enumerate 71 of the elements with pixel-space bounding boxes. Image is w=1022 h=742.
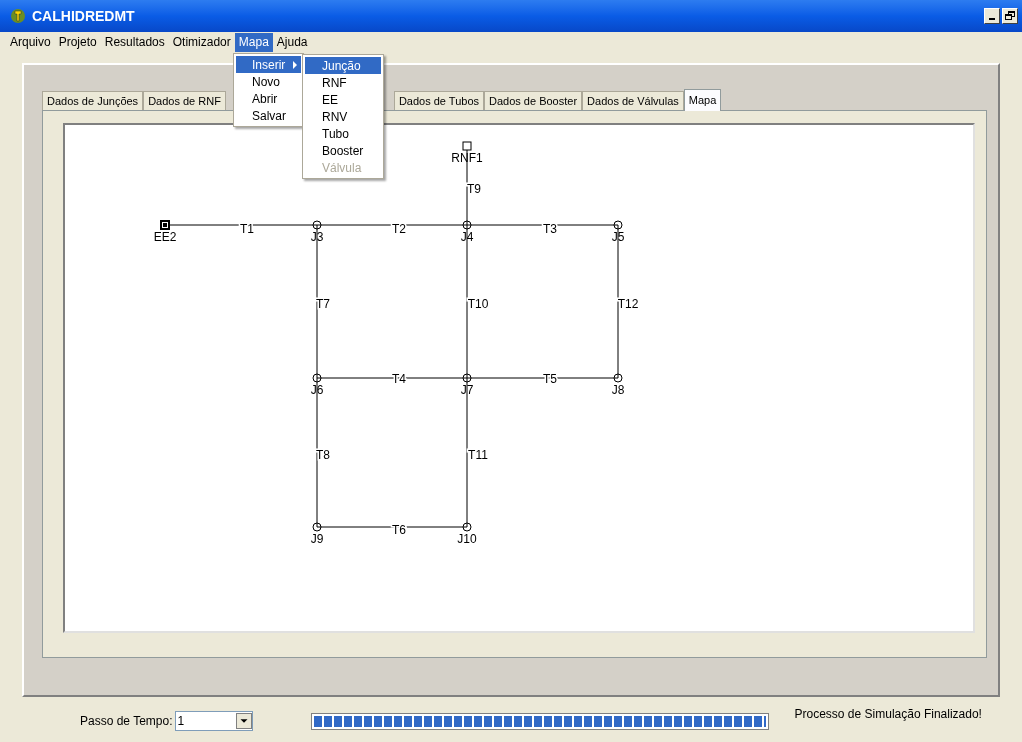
junction-node[interactable] — [613, 220, 623, 230]
node-label: J9 — [310, 532, 324, 546]
tab[interactable]: Dados de Válvulas — [582, 91, 684, 110]
menu-option[interactable]: RNF — [305, 74, 381, 91]
pipe-line[interactable] — [316, 224, 468, 226]
menu-item[interactable]: Arquivo — [6, 32, 55, 52]
time-step-dropdown[interactable]: 1 — [174, 711, 253, 731]
pipe-line[interactable] — [316, 526, 468, 528]
menu-item[interactable]: Ajuda — [272, 32, 312, 52]
menu-option[interactable]: Inserir — [236, 56, 301, 73]
node-label: J3 — [310, 230, 324, 244]
pipe-label: T10 — [467, 297, 489, 311]
junction-node[interactable] — [312, 373, 322, 383]
junction-node[interactable] — [462, 220, 472, 230]
junction-node[interactable] — [312, 522, 322, 532]
menu-item[interactable]: Otimizador — [168, 32, 235, 52]
submenu-arrow-icon — [293, 60, 297, 69]
tab[interactable]: Dados de Booster — [484, 91, 583, 110]
pipe-label: T5 — [543, 372, 557, 386]
pipe-label: T6 — [392, 523, 406, 537]
window-title: CALHIDREDMT — [32, 6, 135, 26]
app-logo-icon — [10, 8, 26, 24]
node-label: RNF1 — [451, 151, 483, 165]
node-label: J7 — [460, 383, 474, 397]
pipe-label: T7 — [316, 297, 330, 311]
node-label: EE2 — [153, 230, 177, 244]
restore-button[interactable] — [1002, 8, 1018, 24]
menu-option[interactable]: EE — [305, 91, 381, 108]
pipe-line[interactable] — [316, 377, 468, 379]
pipe-line[interactable] — [617, 224, 619, 379]
junction-node[interactable] — [462, 373, 472, 383]
menu-option[interactable]: Junção — [305, 57, 381, 74]
pipe-line[interactable] — [466, 224, 468, 379]
caret-icon — [235, 713, 252, 729]
pipe-line[interactable] — [466, 377, 619, 379]
pipe-label: T3 — [543, 222, 557, 236]
menu-option[interactable]: Tubo — [305, 125, 381, 142]
junction-node[interactable] — [613, 373, 623, 383]
pipe-line[interactable] — [316, 377, 318, 528]
node-label: J10 — [457, 532, 477, 546]
pipe-label: T2 — [392, 222, 406, 236]
menu-option[interactable]: Novo — [236, 73, 301, 90]
menu-option[interactable]: RNV — [305, 108, 381, 125]
junction-node[interactable] — [312, 220, 322, 230]
pump-node[interactable] — [160, 220, 170, 230]
time-step-label: Passo de Tempo: — [80, 713, 173, 730]
menu-option[interactable]: Salvar — [236, 107, 301, 124]
pipe-label: T1 — [240, 222, 254, 236]
pipe-label: T9 — [467, 182, 481, 196]
menu-item[interactable]: Resultados — [100, 32, 169, 52]
pipe-label: T11 — [468, 448, 488, 462]
menu-option[interactable]: Booster — [305, 142, 381, 159]
tab[interactable]: Mapa — [683, 89, 722, 111]
tab[interactable]: Dados de RNF — [143, 91, 226, 110]
node-label: J8 — [611, 383, 625, 397]
node-label: J5 — [611, 230, 625, 244]
tab[interactable]: Dados de Tubos — [393, 91, 484, 110]
pipe-line[interactable] — [466, 224, 619, 226]
node-label: J6 — [310, 383, 324, 397]
menu-item[interactable]: Projeto — [54, 32, 101, 52]
pipe-label: T12 — [617, 297, 639, 311]
junction-node[interactable] — [462, 522, 472, 532]
menu-option[interactable]: Abrir — [236, 90, 301, 107]
menu-item[interactable]: Mapa — [234, 32, 273, 52]
pipe-line[interactable] — [316, 224, 318, 379]
status-text: Processo de Simulação Finalizado! — [794, 706, 982, 723]
minimize-button[interactable] — [984, 8, 1000, 24]
tab[interactable]: Dados de Junções — [42, 91, 144, 110]
pipe-label: T8 — [316, 448, 330, 462]
reservoir-node[interactable] — [462, 141, 472, 151]
node-label: J4 — [460, 230, 474, 244]
